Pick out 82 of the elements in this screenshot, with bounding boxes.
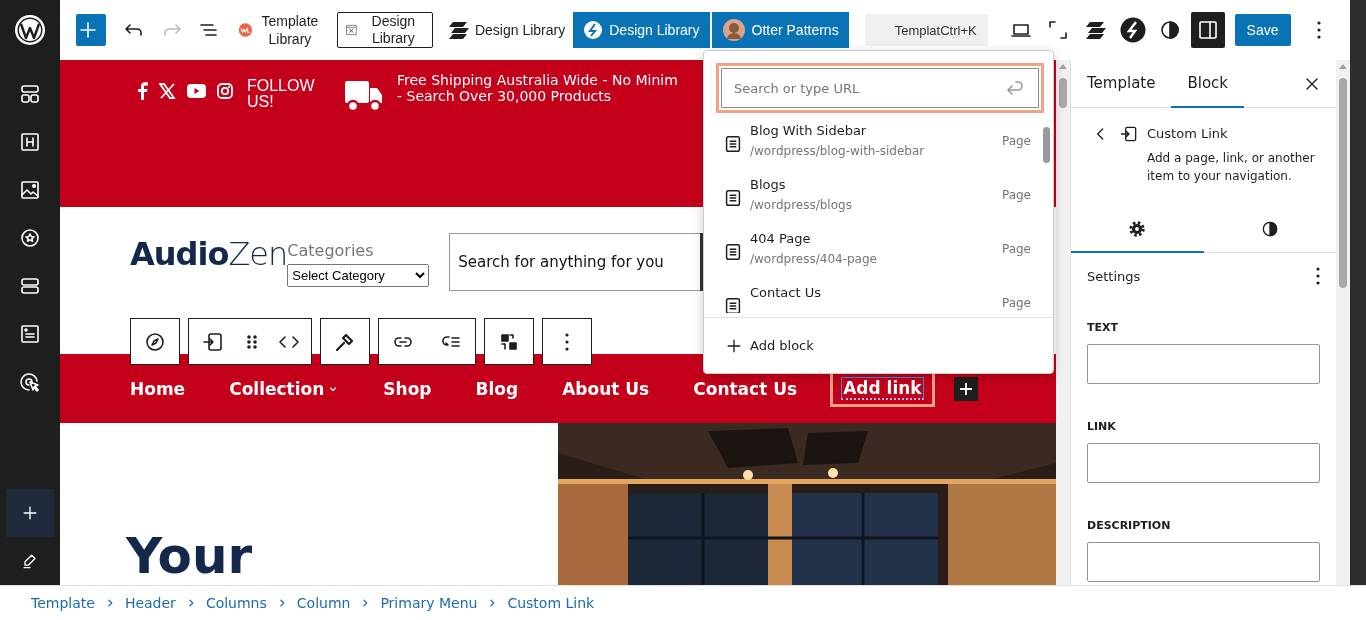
add-menu-item-button[interactable] bbox=[953, 376, 978, 401]
settings-toggle-button[interactable] bbox=[1191, 12, 1225, 48]
settings-icon bbox=[1127, 219, 1148, 239]
result-title[interactable]: 404 Page bbox=[750, 231, 996, 246]
field-label: TEXT bbox=[1087, 321, 1119, 334]
plugin-button[interactable]: Design Library bbox=[573, 12, 710, 48]
save-button[interactable]: Save bbox=[1234, 14, 1291, 46]
logo-icon bbox=[238, 20, 253, 40]
result-title[interactable]: Blogs bbox=[750, 177, 996, 192]
shortcut-text: Ctrl+K bbox=[940, 22, 977, 38]
add-block-button[interactable] bbox=[76, 14, 106, 46]
nav-link[interactable]: Contact Us bbox=[693, 378, 798, 399]
nav-link[interactable]: Shop bbox=[383, 378, 432, 399]
patterns-icon bbox=[18, 82, 42, 106]
section-title: Settings bbox=[1087, 268, 1141, 284]
heading-icon bbox=[18, 130, 42, 154]
options-button[interactable] bbox=[1316, 267, 1320, 285]
nav-link[interactable]: Collection bbox=[229, 378, 340, 399]
library-icon bbox=[345, 22, 357, 38]
card-icon bbox=[18, 322, 42, 346]
breadcrumb-link[interactable]: Columns bbox=[205, 595, 267, 611]
instagram-icon[interactable] bbox=[217, 83, 233, 99]
breadcrumb-link[interactable]: Primary Menu bbox=[380, 595, 478, 611]
breadcrumb-link[interactable]: Template bbox=[31, 595, 95, 611]
breadcrumb-link[interactable]: Custom Link bbox=[507, 595, 595, 611]
result-title[interactable]: Blog With Sidebar bbox=[750, 123, 996, 138]
categories-label: Categories bbox=[287, 241, 375, 260]
nav-link[interactable]: About Us bbox=[562, 378, 650, 399]
plugin-button[interactable]: Design Library bbox=[336, 12, 433, 48]
x-logo-icon[interactable] bbox=[159, 83, 176, 99]
command-button[interactable]: TemplatCtrl+K bbox=[864, 14, 988, 46]
logo-icon[interactable] bbox=[14, 14, 46, 46]
shipping-text: Free Shipping Australia Wide - No Minim - Search Over 30,000 Products bbox=[397, 72, 678, 104]
plugin-button[interactable]: Otter Patterns bbox=[711, 12, 849, 48]
nav-link[interactable]: Home bbox=[130, 378, 186, 399]
truck-icon bbox=[345, 78, 383, 112]
result-path: /wordpress/blogs bbox=[750, 198, 853, 212]
result-type: Page bbox=[1001, 134, 1031, 148]
link-in-icon bbox=[1119, 124, 1139, 144]
result-title[interactable]: Contact Us bbox=[750, 285, 996, 300]
nav-link[interactable]: Blog bbox=[475, 378, 519, 399]
logo-icon bbox=[583, 20, 604, 40]
site-logo[interactable]: AudioZen bbox=[130, 235, 288, 273]
result-type: Page bbox=[1001, 296, 1031, 310]
plugin-button[interactable]: Design Library bbox=[448, 20, 566, 40]
breadcrumb-link[interactable]: Header bbox=[124, 595, 176, 611]
category-select[interactable]: Select Category bbox=[287, 264, 430, 287]
kebab-icon bbox=[1316, 267, 1320, 285]
scrollbar[interactable] bbox=[1059, 78, 1067, 108]
cursor-icon bbox=[18, 370, 42, 394]
input-field[interactable] bbox=[1087, 542, 1320, 582]
follow-text: FOLLOW US! bbox=[247, 78, 316, 110]
facebook-icon[interactable] bbox=[136, 82, 148, 100]
url-search-field[interactable]: Search or type URL bbox=[721, 68, 1039, 108]
avatar-icon bbox=[721, 18, 746, 42]
logo-icon bbox=[448, 20, 469, 40]
input-field[interactable] bbox=[1087, 344, 1320, 384]
panel-tab[interactable]: Template bbox=[1071, 60, 1172, 108]
logo-icon bbox=[1119, 17, 1146, 43]
result-type: Page bbox=[1001, 242, 1031, 256]
scrollbar[interactable] bbox=[1339, 78, 1347, 288]
youtube-icon[interactable] bbox=[187, 84, 206, 98]
plugin-button[interactable]: Template Library bbox=[238, 11, 321, 49]
search-field[interactable]: Search for anything for you bbox=[449, 233, 701, 291]
block-title: Custom Link bbox=[1147, 126, 1229, 141]
hero-heading: Your bbox=[126, 531, 253, 581]
result-path: /wordpress/blog-with-sidebar bbox=[750, 144, 926, 158]
kebab-icon bbox=[565, 332, 569, 351]
scrollbar[interactable] bbox=[1043, 127, 1050, 163]
result-path: /wordpress/404-page bbox=[750, 252, 878, 266]
logo-icon bbox=[1085, 20, 1106, 40]
add-block-button[interactable]: Add block bbox=[724, 335, 814, 356]
block-description: Add a page, link, or another item to your navigation. bbox=[1147, 150, 1316, 185]
breadcrumb-link[interactable]: Column bbox=[296, 595, 351, 611]
image-icon bbox=[18, 178, 42, 202]
input-field[interactable] bbox=[1087, 443, 1320, 483]
field-label: LINK bbox=[1087, 420, 1117, 433]
panel-tab[interactable]: Block bbox=[1171, 60, 1245, 108]
result-type: Page bbox=[1001, 188, 1031, 202]
kebab-icon bbox=[1317, 21, 1322, 39]
scrollbar[interactable] bbox=[1350, 0, 1366, 585]
field-label: DESCRIPTION bbox=[1087, 519, 1172, 532]
